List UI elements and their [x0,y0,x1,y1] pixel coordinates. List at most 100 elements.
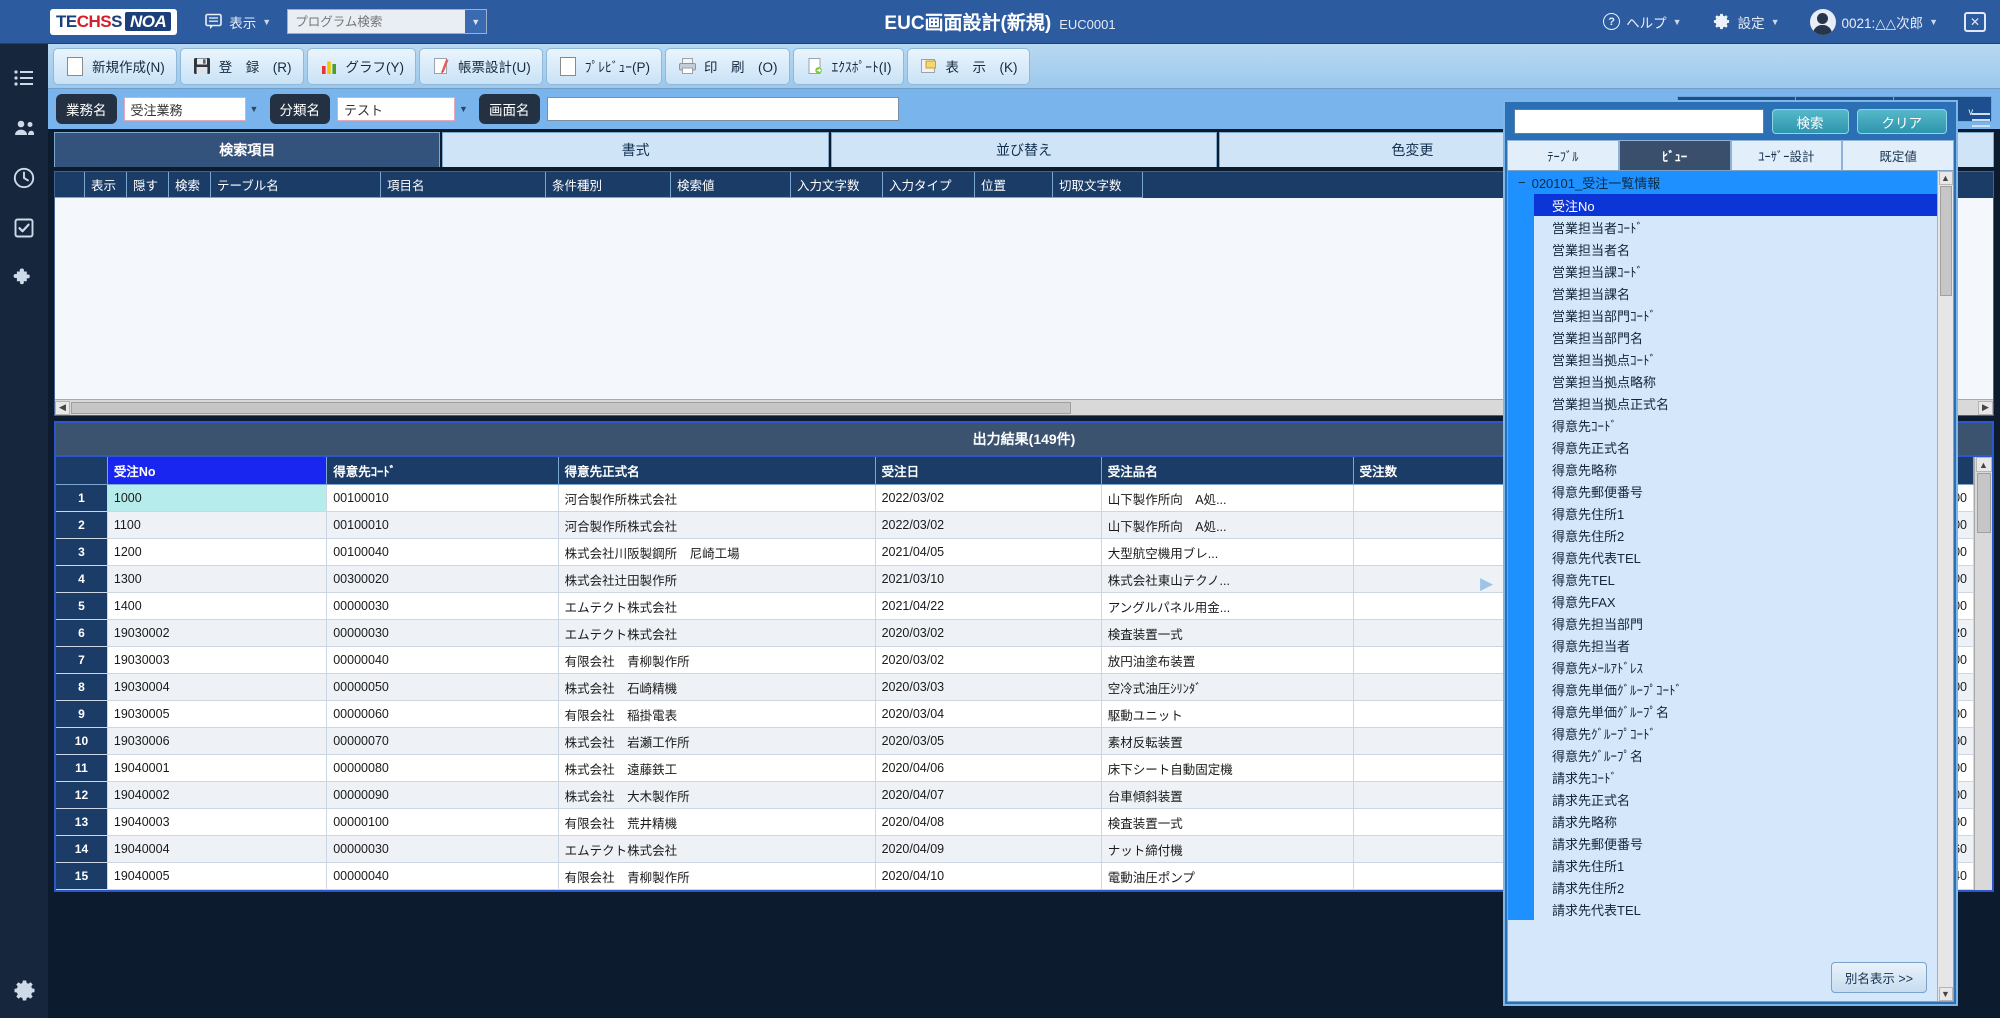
tab-sort[interactable]: 並び替え [831,132,1217,167]
results-column-header[interactable]: 受注品名 [1101,457,1353,485]
cell-order-no[interactable]: 1000 [107,485,326,512]
cell-customer-name[interactable]: エムテクト株式会社 [558,836,875,863]
row-number[interactable]: 6 [56,620,107,647]
cell-customer-code[interactable]: 00000090 [327,782,558,809]
tree-field-item[interactable]: 請求先略称 [1508,810,1937,832]
cell-order-no[interactable]: 1200 [107,539,326,566]
search-grid-column-header[interactable]: 入力文字数 [791,172,883,198]
tree-field-item[interactable]: 営業担当課名 [1508,282,1937,304]
toolbar-button-report-design[interactable]: 帳票設計(U) [419,48,543,85]
chevron-down-icon[interactable]: ▼ [455,97,472,121]
results-column-header[interactable]: 得意先ｺｰﾄﾞ [327,457,558,485]
results-row-number-header[interactable] [56,457,107,485]
row-number[interactable]: 4 [56,566,107,593]
row-number[interactable]: 15 [56,863,107,890]
view-menu[interactable]: 表示 ▼ [203,12,271,32]
cell-order-date[interactable]: 2020/03/02 [875,647,1101,674]
cell-item-name[interactable]: 山下製作所向 A処... [1101,485,1353,512]
puzzle-icon[interactable] [12,266,36,290]
cell-customer-name[interactable]: 株式会社 岩瀬工作所 [558,728,875,755]
toolbar-button-print[interactable]: 印 刷 (O) [665,48,790,85]
cell-item-name[interactable]: アングルパネル用金... [1101,593,1353,620]
scroll-up-icon[interactable]: ▲ [1939,171,1953,185]
scroll-thumb[interactable] [1940,186,1952,296]
gyomu-select[interactable]: ▼ [124,97,263,121]
results-column-header[interactable]: 受注日 [875,457,1101,485]
tree-field-item[interactable]: 得意先略称 [1508,458,1937,480]
tree-root-node[interactable]: − 020101_受注一覧情報 [1508,171,1937,194]
cell-item-name[interactable]: 電動油圧ポンプ [1101,863,1353,890]
tree-vertical-scrollbar[interactable]: ▲ ▼ [1937,171,1953,1001]
cell-order-date[interactable]: 2020/03/04 [875,701,1101,728]
tree-field-item[interactable]: 得意先住所1 [1508,502,1937,524]
tree-field-item[interactable]: 得意先FAX [1508,590,1937,612]
cell-order-no[interactable]: 19040004 [107,836,326,863]
gyomu-input[interactable] [124,97,246,121]
cell-customer-code[interactable]: 00000030 [327,836,558,863]
tree-field-item[interactable]: 得意先単価ｸﾞﾙｰﾌﾟｺｰﾄﾞ [1508,678,1937,700]
row-number[interactable]: 12 [56,782,107,809]
cell-order-date[interactable]: 2021/04/22 [875,593,1101,620]
right-panel-handle[interactable] [1968,100,1994,140]
cell-customer-name[interactable]: 株式会社 大木製作所 [558,782,875,809]
cell-item-name[interactable]: 検査装置一式 [1101,620,1353,647]
cell-customer-code[interactable]: 00000030 [327,620,558,647]
cell-order-no[interactable]: 19040001 [107,755,326,782]
search-grid-column-header[interactable]: 条件種別 [546,172,671,198]
cell-customer-name[interactable]: 有限会社 荒井精機 [558,809,875,836]
cell-item-name[interactable]: 素材反転装置 [1101,728,1353,755]
tree-field-item[interactable]: 営業担当拠点略称 [1508,370,1937,392]
cell-customer-name[interactable]: 河合製作所株式会社 [558,485,875,512]
row-number[interactable]: 10 [56,728,107,755]
cell-order-no[interactable]: 1400 [107,593,326,620]
toolbar-button-preview[interactable]: ﾌﾟﾚﾋﾞｭｰ(P) [546,48,662,85]
panel-collapse-toggle[interactable]: ▶ [1480,574,1493,594]
search-grid-column-header[interactable]: 入力タイプ [883,172,975,198]
row-number[interactable]: 3 [56,539,107,566]
search-grid-column-header[interactable]: 検索値 [671,172,791,198]
scroll-right-icon[interactable]: ▶ [1978,401,1993,415]
tree-field-item[interactable]: 得意先ｸﾞﾙｰﾌﾟ名 [1508,744,1937,766]
cell-customer-name[interactable]: 株式会社川阪製鋼所 尼崎工場 [558,539,875,566]
rtab-user-design[interactable]: ﾕｰｻﾞｰ設計 [1731,140,1843,170]
scroll-up-icon[interactable]: ▲ [1976,457,1992,472]
row-number[interactable]: 7 [56,647,107,674]
cell-item-name[interactable]: 台車傾斜装置 [1101,782,1353,809]
tab-format[interactable]: 書式 [442,132,828,167]
cell-customer-name[interactable]: 株式会社辻田製作所 [558,566,875,593]
field-clear-button[interactable]: クリア [1857,109,1948,134]
tree-field-item[interactable]: 得意先ﾒｰﾙｱﾄﾞﾚｽ [1508,656,1937,678]
tree-field-item[interactable]: 得意先正式名 [1508,436,1937,458]
search-grid-column-header[interactable]: 位置 [975,172,1053,198]
tree-field-item[interactable]: 得意先郵便番号 [1508,480,1937,502]
search-grid-column-header[interactable]: 検索 [169,172,211,198]
cell-order-date[interactable]: 2020/04/09 [875,836,1101,863]
cell-customer-name[interactable]: 株式会社 石崎精機 [558,674,875,701]
field-search-input[interactable] [1514,109,1764,134]
expand-collapse-icon[interactable]: − [1518,175,1526,190]
cell-customer-code[interactable]: 00000050 [327,674,558,701]
cell-item-name[interactable]: 床下シート自動固定機 [1101,755,1353,782]
tree-field-item[interactable]: 請求先住所2 [1508,876,1937,898]
toolbar-button-register[interactable]: 登 録 (R) [180,48,304,85]
tab-search-items[interactable]: 検索項目 [54,132,440,167]
cell-customer-code[interactable]: 00000040 [327,647,558,674]
tree-field-item[interactable]: 請求先住所1 [1508,854,1937,876]
cell-order-no[interactable]: 19030002 [107,620,326,647]
cell-customer-name[interactable]: 有限会社 青柳製作所 [558,647,875,674]
cell-order-date[interactable]: 2020/04/07 [875,782,1101,809]
cell-order-date[interactable]: 2020/04/10 [875,863,1101,890]
cell-customer-name[interactable]: 河合製作所株式会社 [558,512,875,539]
toolbar-button-export[interactable]: ｴｸｽﾎﾟｰﾄ(I) [793,48,904,85]
cell-customer-name[interactable]: 株式会社 遠藤鉄工 [558,755,875,782]
menu-icon[interactable] [12,66,36,90]
row-number[interactable]: 13 [56,809,107,836]
tree-field-item[interactable]: 営業担当部門ｺｰﾄﾞ [1508,304,1937,326]
user-menu[interactable]: 0021:△△次郎 ▼ [1810,9,1938,35]
help-menu[interactable]: ? ヘルプ ▼ [1603,12,1681,32]
cell-customer-code[interactable]: 00000080 [327,755,558,782]
cell-customer-code[interactable]: 00100010 [327,512,558,539]
row-number[interactable]: 9 [56,701,107,728]
tree-field-item[interactable]: 請求先郵便番号 [1508,832,1937,854]
row-number[interactable]: 5 [56,593,107,620]
